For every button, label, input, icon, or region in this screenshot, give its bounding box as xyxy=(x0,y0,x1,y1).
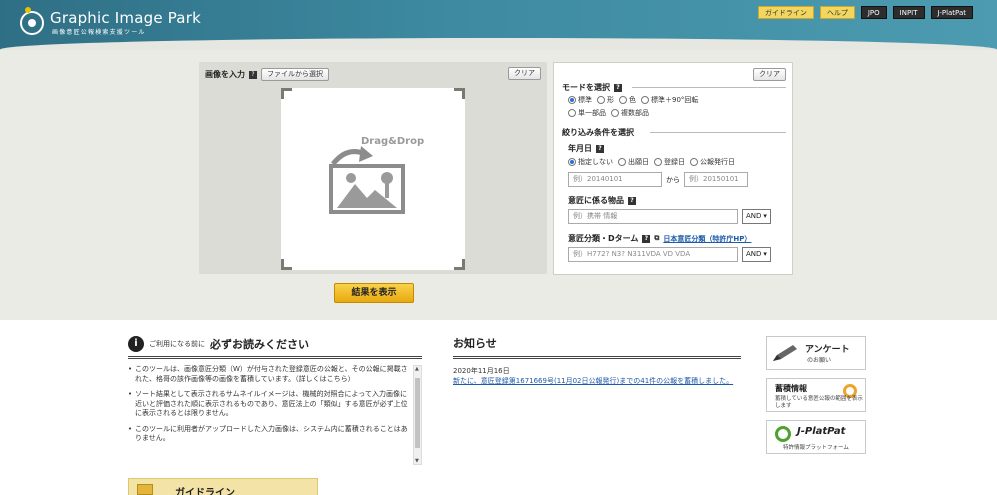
scroll-up-icon[interactable]: ▲ xyxy=(415,366,419,372)
drop-corner xyxy=(281,259,292,270)
notice-item: このツールは、画像意匠分類（W）が付与された登録意匠の公報と、その公報に掲載され… xyxy=(128,365,408,384)
logo-subtitle: 画像意匠公報検索支援ツール xyxy=(52,29,146,36)
image-placeholder-icon xyxy=(329,146,405,214)
date-to-label: から xyxy=(666,175,680,184)
pen-icon xyxy=(773,345,797,361)
nav-guideline[interactable]: ガイドライン xyxy=(757,6,814,19)
nav-jplatpat[interactable]: J-PlatPat xyxy=(930,6,973,19)
notice-panel: i ご利用になる前に 必ずお読みください このツールは、画像意匠分類（W）が付与… xyxy=(128,334,422,465)
mode-shape[interactable]: 形 xyxy=(597,95,614,105)
logo-title: Graphic Image Park xyxy=(50,9,201,27)
nav-help[interactable]: ヘルプ xyxy=(819,6,855,19)
help-icon[interactable]: ? xyxy=(628,196,636,205)
drop-corner xyxy=(281,88,292,99)
help-icon[interactable]: ? xyxy=(642,234,651,243)
mode-multi-part[interactable]: 複数部品 xyxy=(611,108,649,118)
narrow-title: 絞り込み条件を選択 xyxy=(562,128,634,137)
guideline-tab[interactable]: ガイドライン xyxy=(128,478,318,495)
divider xyxy=(632,87,786,88)
class-operator-select[interactable]: AND ▾ xyxy=(742,247,771,262)
chevron-down-icon: ▾ xyxy=(763,250,767,258)
jplatpat-title: J-PlatPat xyxy=(797,426,846,437)
news-date: 2020年11月16日 xyxy=(453,367,510,375)
article-title: 意匠に係る物品 xyxy=(568,196,624,205)
file-select-button[interactable]: ファイルから選択 xyxy=(261,68,329,81)
image-input-label: 画像を入力 xyxy=(205,70,245,79)
chevron-down-icon: ▾ xyxy=(763,212,767,220)
date-publication[interactable]: 公報発行日 xyxy=(690,157,735,167)
notice-list: このツールは、画像意匠分類（W）が付与された登録意匠の公報と、その公報に掲載され… xyxy=(128,365,408,444)
article-input[interactable]: 例）携帯 情報 xyxy=(568,209,738,224)
show-results-button[interactable]: 結果を表示 xyxy=(334,283,414,303)
top-nav: ガイドライン ヘルプ JPO INPIT J-PlatPat xyxy=(757,6,973,19)
date-application[interactable]: 出願日 xyxy=(618,157,649,167)
image-clear-button[interactable]: クリア xyxy=(508,67,541,80)
survey-sub: のお願い xyxy=(807,357,832,364)
notice-title: 必ずお読みください xyxy=(210,338,309,351)
drop-corner xyxy=(454,88,465,99)
survey-card[interactable]: アンケート のお願い xyxy=(766,336,866,370)
notice-scrollbar[interactable]: ▲ ▼ xyxy=(413,365,422,465)
image-drop-area[interactable]: Drag&Drop xyxy=(281,88,465,270)
news-rule xyxy=(453,356,741,359)
scroll-thumb[interactable] xyxy=(415,378,420,448)
survey-title: アンケート xyxy=(805,345,850,355)
drop-corner xyxy=(454,259,465,270)
notice-rule xyxy=(128,356,422,359)
help-icon[interactable]: ? xyxy=(614,83,622,92)
date-from-input[interactable]: 例）20140101 xyxy=(568,172,662,187)
class-input[interactable]: 例）H772? N3? N311VDA VD VDA xyxy=(568,247,738,262)
notice-item: ソート結果として表示されるサムネイルイメージは、機械的対照合によって入力画像に近… xyxy=(128,390,408,419)
help-icon[interactable]: ? xyxy=(596,144,604,153)
date-to-input[interactable]: 例）20150101 xyxy=(684,172,748,187)
news-panel: お知らせ 2020年11月16日 新たに、意匠登録第1671669号(11月02… xyxy=(453,334,741,386)
date-none[interactable]: 指定しない xyxy=(568,157,613,167)
scroll-down-icon[interactable]: ▼ xyxy=(415,458,419,464)
site-header: Graphic Image Park 画像意匠公報検索支援ツール ガイドライン … xyxy=(0,0,997,50)
date-title: 年月日 xyxy=(568,144,592,153)
guideline-icon xyxy=(137,484,153,495)
info-icon: i xyxy=(128,336,144,352)
notice-pre: ご利用になる前に xyxy=(149,340,205,348)
nav-inpit[interactable]: INPIT xyxy=(892,6,925,19)
stock-title: 蓄積情報 xyxy=(775,384,807,393)
image-input-panel: 画像を入力 ? ファイルから選択 クリア Drag&Drop xyxy=(199,62,547,274)
guideline-label: ガイドライン xyxy=(175,488,235,495)
news-link[interactable]: 新たに、意匠登録第1671669号(11月02日公報発行)までの41件の公報を蓄… xyxy=(453,377,741,387)
mode-color[interactable]: 色 xyxy=(619,95,636,105)
jplatpat-logo-icon xyxy=(775,426,791,442)
filter-clear-button[interactable]: クリア xyxy=(753,68,786,81)
class-link[interactable]: 日本意匠分類（特許庁HP） xyxy=(663,234,751,244)
mode-title: モードを選択 xyxy=(562,83,610,92)
logo-icon xyxy=(20,7,44,35)
stock-info-card[interactable]: 蓄積情報 蓄積している意匠公報の範囲を表示します xyxy=(766,378,866,412)
jplatpat-card[interactable]: J-PlatPat 特許情報プラットフォーム xyxy=(766,420,866,454)
site-logo[interactable]: Graphic Image Park 画像意匠公報検索支援ツール xyxy=(20,7,201,36)
article-operator-select[interactable]: AND ▾ xyxy=(742,209,771,224)
news-title: お知らせ xyxy=(453,337,497,350)
divider xyxy=(650,132,786,133)
class-title: 意匠分類・Dターム xyxy=(568,234,639,243)
mode-single-part[interactable]: 単一部品 xyxy=(568,108,606,118)
stock-sub: 蓄積している意匠公報の範囲を表示します xyxy=(775,396,863,409)
jplatpat-sub: 特許情報プラットフォーム xyxy=(783,445,849,451)
date-registration[interactable]: 登録日 xyxy=(654,157,685,167)
external-link-icon: ⧉ xyxy=(654,234,660,242)
filter-panel: クリア モードを選択 ? 標準 形 色 標準＋90°回転 単一部品 複数部品 絞… xyxy=(553,62,793,275)
mode-standard-rotate[interactable]: 標準＋90°回転 xyxy=(641,95,698,105)
notice-item: このツールに利用者がアップロードした入力画像は、システム内に蓄積されることはあり… xyxy=(128,425,408,444)
nav-jpo[interactable]: JPO xyxy=(860,6,887,19)
header-swoosh xyxy=(0,38,997,50)
side-cards: アンケート のお願い 蓄積情報 蓄積している意匠公報の範囲を表示します J-Pl… xyxy=(766,336,866,462)
mode-standard[interactable]: 標準 xyxy=(568,95,592,105)
help-icon[interactable]: ? xyxy=(249,70,257,79)
